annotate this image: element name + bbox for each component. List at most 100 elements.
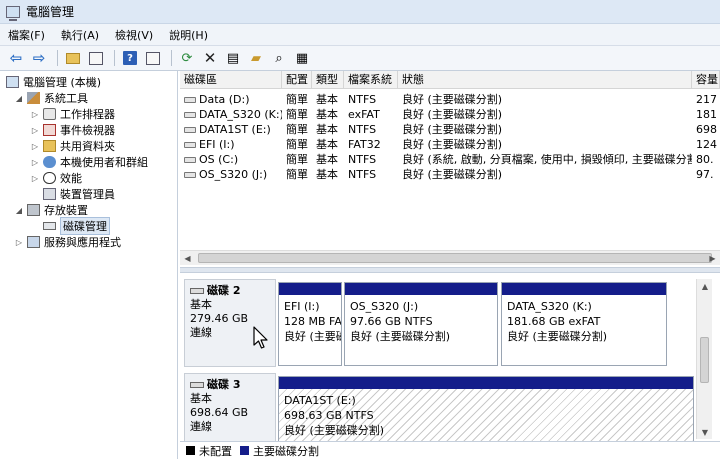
menu-action[interactable]: 執行(A): [61, 27, 99, 43]
column-header-filesystem[interactable]: 檔案系統: [344, 71, 398, 89]
performance-icon: [43, 172, 56, 184]
partition-name: OS_S320 (J:): [350, 300, 419, 313]
volume-icon: [184, 157, 196, 163]
tree-item-event-viewer[interactable]: ▷ 事件檢視器: [30, 122, 115, 138]
partition-status: 良好 (主要磁碟分割): [350, 330, 451, 343]
collapse-icon[interactable]: ◢: [14, 94, 24, 103]
partition-size: 181.68 GB exFAT: [507, 315, 601, 328]
type-cell: 基本: [316, 138, 338, 151]
partition-data1st[interactable]: DATA1ST (E:) 698.63 GB NTFS 良好 (主要磁碟分割): [278, 376, 694, 442]
table-row[interactable]: OS (C:) 簡單 基本 NTFS 良好 (系統, 啟動, 分頁檔案, 使用中…: [180, 152, 720, 167]
back-arrow-icon[interactable]: ⇦: [6, 49, 26, 67]
column-header-status[interactable]: 狀態: [398, 71, 692, 89]
partition-os-s320[interactable]: OS_S320 (J:) 97.66 GB NTFS 良好 (主要磁碟分割): [344, 282, 498, 366]
open-folder-icon[interactable]: ▰: [246, 49, 266, 67]
tree-item-system-tools[interactable]: ◢ 系統工具: [14, 90, 88, 106]
forward-arrow-icon[interactable]: ⇨: [29, 49, 49, 67]
tree-item-label: 裝置管理員: [60, 188, 115, 201]
table-row[interactable]: Data (D:) 簡單 基本 NTFS 良好 (主要磁碟分割) 217: [180, 92, 720, 107]
volume-name: EFI (I:): [199, 138, 235, 151]
tree-item-local-users-groups[interactable]: ▷ 本機使用者和群組: [30, 154, 148, 170]
partition-size: 698.63 GB NTFS: [284, 409, 374, 422]
help-icon[interactable]: ?: [120, 49, 140, 67]
tree-item-computer-management[interactable]: 電腦管理 (本機): [6, 74, 101, 90]
scroll-down-icon[interactable]: ▼: [697, 425, 713, 439]
filesystem-cell: FAT32: [348, 138, 381, 151]
show-hide-action-icon[interactable]: [143, 49, 163, 67]
partition-efi[interactable]: EFI (I:) 128 MB FAT 良好 (主要磁: [278, 282, 342, 366]
menu-view[interactable]: 檢視(V): [115, 27, 153, 43]
scroll-left-icon[interactable]: ◀: [180, 251, 195, 266]
users-icon: [43, 156, 56, 168]
scrollbar-thumb[interactable]: [700, 337, 709, 383]
menu-file[interactable]: 檔案(F): [8, 27, 45, 43]
menu-bar: 檔案(F) 執行(A) 檢視(V) 說明(H): [0, 24, 720, 46]
status-cell: 良好 (主要磁碟分割): [402, 108, 503, 121]
expand-icon[interactable]: ▷: [14, 238, 24, 247]
disk-management-icon: [43, 222, 56, 230]
tree-item-label: 工作排程器: [60, 108, 115, 121]
mouse-cursor-icon: [253, 326, 268, 349]
disk-info-3[interactable]: 磁碟 3 基本 698.64 GB 連線: [184, 373, 276, 445]
volume-name: Data (D:): [199, 93, 250, 106]
tree-item-task-scheduler[interactable]: ▷ 工作排程器: [30, 106, 115, 122]
tree-item-storage[interactable]: ◢ 存放裝置: [14, 202, 88, 218]
vertical-scrollbar[interactable]: ▲ ▼: [696, 279, 712, 439]
type-cell: 基本: [316, 153, 338, 166]
volume-icon: [184, 97, 196, 103]
menu-help[interactable]: 說明(H): [169, 27, 208, 43]
scrollbar-thumb[interactable]: [198, 253, 712, 263]
search-icon[interactable]: ⌕: [269, 49, 289, 67]
delete-icon[interactable]: ✕: [200, 49, 220, 67]
computer-icon: [6, 76, 19, 88]
primary-partition-band: [279, 377, 693, 389]
expand-icon[interactable]: ▷: [30, 126, 40, 135]
partition-data-s320[interactable]: DATA_S320 (K:) 181.68 GB exFAT 良好 (主要磁碟分…: [501, 282, 667, 366]
volume-icon: [184, 142, 196, 148]
refresh-icon[interactable]: ⟳: [177, 49, 197, 67]
navigation-tree: 電腦管理 (本機) ◢ 系統工具 ▷ 工作排程器 ▷ 事件檢視器 ▷ 共用資料夾…: [0, 71, 178, 459]
expand-icon[interactable]: ▷: [30, 158, 40, 167]
tree-item-performance[interactable]: ▷ 效能: [30, 170, 82, 186]
expand-icon[interactable]: ▷: [30, 110, 40, 119]
filesystem-cell: NTFS: [348, 153, 377, 166]
disk-type: 基本: [190, 392, 212, 405]
column-header-volume[interactable]: 磁碟區: [180, 71, 282, 89]
partition-status: 良好 (主要磁碟分割): [507, 330, 608, 343]
capacity-cell: 97.: [696, 168, 714, 181]
horizontal-scrollbar[interactable]: ◀ ▶: [180, 250, 720, 265]
expand-icon[interactable]: ▷: [30, 174, 40, 183]
table-row[interactable]: DATA1ST (E:) 簡單 基本 NTFS 良好 (主要磁碟分割) 698: [180, 122, 720, 137]
partition-status: 良好 (主要磁: [284, 330, 341, 343]
folder-up-icon[interactable]: [63, 49, 83, 67]
table-row[interactable]: DATA_S320 (K:) 簡單 基本 exFAT 良好 (主要磁碟分割) 1…: [180, 107, 720, 122]
column-header-type[interactable]: 類型: [312, 71, 344, 89]
toolbar-separator: [171, 50, 172, 66]
tree-item-device-manager[interactable]: 裝置管理員: [43, 186, 115, 202]
toolbar-separator: [114, 50, 115, 66]
tree-item-disk-management[interactable]: 磁碟管理: [43, 217, 110, 235]
tree-item-shared-folders[interactable]: ▷ 共用資料夾: [30, 138, 115, 154]
table-row[interactable]: OS_S320 (J:) 簡單 基本 NTFS 良好 (主要磁碟分割) 97.: [180, 167, 720, 182]
collapse-icon[interactable]: ◢: [14, 206, 24, 215]
column-header-capacity[interactable]: 容量: [692, 71, 720, 89]
disk-name: 磁碟 2: [207, 284, 241, 297]
expand-icon[interactable]: ▷: [30, 142, 40, 151]
legend: 未配置 主要磁碟分割: [180, 441, 720, 459]
properties-icon[interactable]: ▤: [223, 49, 243, 67]
status-cell: 良好 (主要磁碟分割): [402, 138, 503, 151]
partition-size: 128 MB FAT: [284, 315, 341, 328]
disk-properties-icon[interactable]: ▦: [292, 49, 312, 67]
volume-name: OS (C:): [199, 153, 239, 166]
device-manager-icon: [43, 188, 56, 200]
scroll-up-icon[interactable]: ▲: [697, 279, 713, 293]
scroll-right-icon[interactable]: ▶: [705, 251, 720, 266]
disk-info-2[interactable]: 磁碟 2 基本 279.46 GB 連線: [184, 279, 276, 367]
tree-item-services-applications[interactable]: ▷ 服務與應用程式: [14, 234, 121, 250]
layout-cell: 簡單: [286, 123, 308, 136]
column-header-layout[interactable]: 配置: [282, 71, 312, 89]
window-title: 電腦管理: [26, 5, 75, 19]
table-row[interactable]: EFI (I:) 簡單 基本 FAT32 良好 (主要磁碟分割) 124: [180, 137, 720, 152]
show-hide-tree-icon[interactable]: [86, 49, 106, 67]
tree-item-label: 服務與應用程式: [44, 236, 121, 249]
